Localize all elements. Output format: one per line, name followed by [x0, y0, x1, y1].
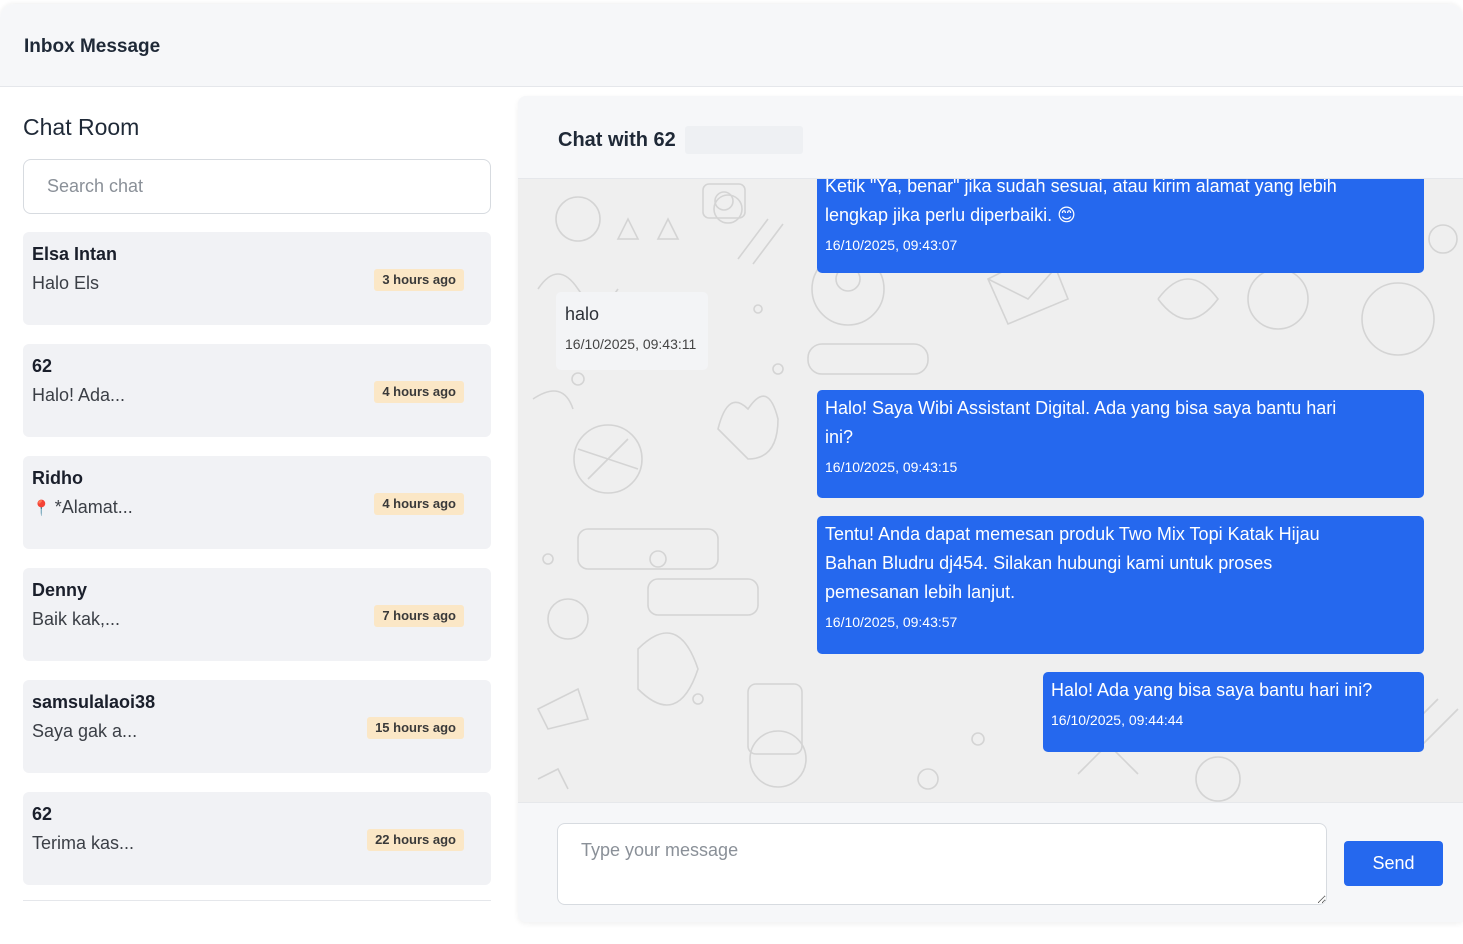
list-divider: [23, 900, 491, 901]
message-input[interactable]: [557, 823, 1327, 905]
time-badge: 4 hours ago: [374, 381, 464, 403]
pin-icon: 📍: [32, 500, 51, 517]
message-timestamp: 16/10/2025, 09:44:44: [1051, 712, 1184, 728]
chat-preview-text: Halo Els: [32, 273, 100, 293]
time-badge: 7 hours ago: [374, 605, 464, 627]
chat-preview-text: Halo! Ada...: [32, 385, 126, 405]
message-area[interactable]: Ketik "Ya, benar" jika sudah sesuai, ata…: [518, 179, 1463, 802]
chat-panel: Chat with 62 Ketik "Ya, benar" jika suda…: [518, 96, 1463, 922]
chat-list-item[interactable]: 62 Terima kas... 22 hours ago: [23, 792, 491, 885]
chat-name: Elsa Intan: [32, 244, 118, 264]
search-input[interactable]: [23, 159, 491, 214]
message-text: Bahan Bludru dj454. Silakan hubungi kami…: [825, 553, 1273, 573]
chat-name: samsulalaoi38: [32, 692, 156, 712]
message-timestamp: 16/10/2025, 09:43:57: [825, 614, 958, 630]
message-text: Halo! Ada yang bisa saya bantu hari ini?: [1051, 680, 1373, 700]
message-bubble-received: halo 16/10/2025, 09:43:11: [556, 292, 708, 370]
page-title: Inbox Message: [24, 36, 161, 57]
message-text: lengkap jika perlu diperbaiki. 😊: [825, 205, 1076, 225]
time-badge: 3 hours ago: [374, 269, 464, 291]
chat-list-item[interactable]: Elsa Intan Halo Els 3 hours ago: [23, 232, 491, 325]
message-text: Halo! Saya Wibi Assistant Digital. Ada y…: [825, 398, 1337, 418]
message-text: Ketik "Ya, benar" jika sudah sesuai, ata…: [825, 179, 1337, 196]
message-bubble-sent: Halo! Ada yang bisa saya bantu hari ini?…: [1043, 672, 1424, 752]
chat-list-item[interactable]: 62 Halo! Ada... 4 hours ago: [23, 344, 491, 437]
message-composer: Send: [518, 802, 1463, 922]
message-bubble-sent: Tentu! Anda dapat memesan produk Two Mix…: [817, 516, 1424, 654]
chat-title: Chat with 62: [558, 129, 676, 151]
chat-list-item[interactable]: Denny Baik kak,... 7 hours ago: [23, 568, 491, 661]
message-text: pemesanan lebih lanjut.: [825, 582, 1016, 602]
message-bubble-sent: Ketik "Ya, benar" jika sudah sesuai, ata…: [817, 179, 1424, 273]
inbox-card: Inbox Message Chat Room Elsa Intan Halo …: [0, 4, 1463, 944]
chat-preview: 📍 *Alamat...: [32, 497, 133, 518]
time-badge: 15 hours ago: [367, 717, 464, 739]
message-timestamp: 16/10/2025, 09:43:15: [825, 459, 958, 475]
message-timestamp: 16/10/2025, 09:43:11: [565, 336, 697, 352]
chat-list-item[interactable]: samsulalaoi38 Saya gak a... 15 hours ago: [23, 680, 491, 773]
chat-preview: Halo! Ada...: [32, 385, 125, 406]
chat-preview-text: Terima kas...: [32, 833, 135, 853]
send-button[interactable]: Send: [1344, 841, 1443, 886]
chat-name: 62: [32, 356, 53, 376]
chat-header: Chat with 62: [518, 96, 1463, 179]
message-text: ini?: [825, 427, 854, 447]
chat-preview-text: Baik kak,...: [32, 609, 121, 629]
chat-name: Ridho: [32, 468, 83, 488]
chat-preview-text: Saya gak a...: [32, 721, 138, 741]
message-text: Tentu! Anda dapat memesan produk Two Mix…: [825, 524, 1320, 544]
message-bubble-sent: Halo! Saya Wibi Assistant Digital. Ada y…: [817, 390, 1424, 498]
redacted-area: [685, 126, 803, 154]
chat-list-item[interactable]: Ridho 📍 *Alamat... 4 hours ago: [23, 456, 491, 549]
chat-preview: Saya gak a...: [32, 721, 137, 742]
chat-list: Elsa Intan Halo Els 3 hours ago 62 Halo!…: [23, 232, 491, 904]
chat-preview: Halo Els: [32, 273, 99, 294]
message-text: halo: [565, 304, 600, 324]
time-badge: 22 hours ago: [367, 829, 464, 851]
chat-preview-text: *Alamat...: [54, 497, 133, 517]
chat-preview: Terima kas...: [32, 833, 134, 854]
chat-name: Denny: [32, 580, 88, 600]
time-badge: 4 hours ago: [374, 493, 464, 515]
message-timestamp: 16/10/2025, 09:43:07: [825, 237, 958, 253]
chat-room-title: Chat Room: [23, 114, 140, 140]
chat-name: 62: [32, 804, 53, 824]
inbox-header: Inbox Message: [0, 4, 1463, 87]
chat-preview: Baik kak,...: [32, 609, 120, 630]
